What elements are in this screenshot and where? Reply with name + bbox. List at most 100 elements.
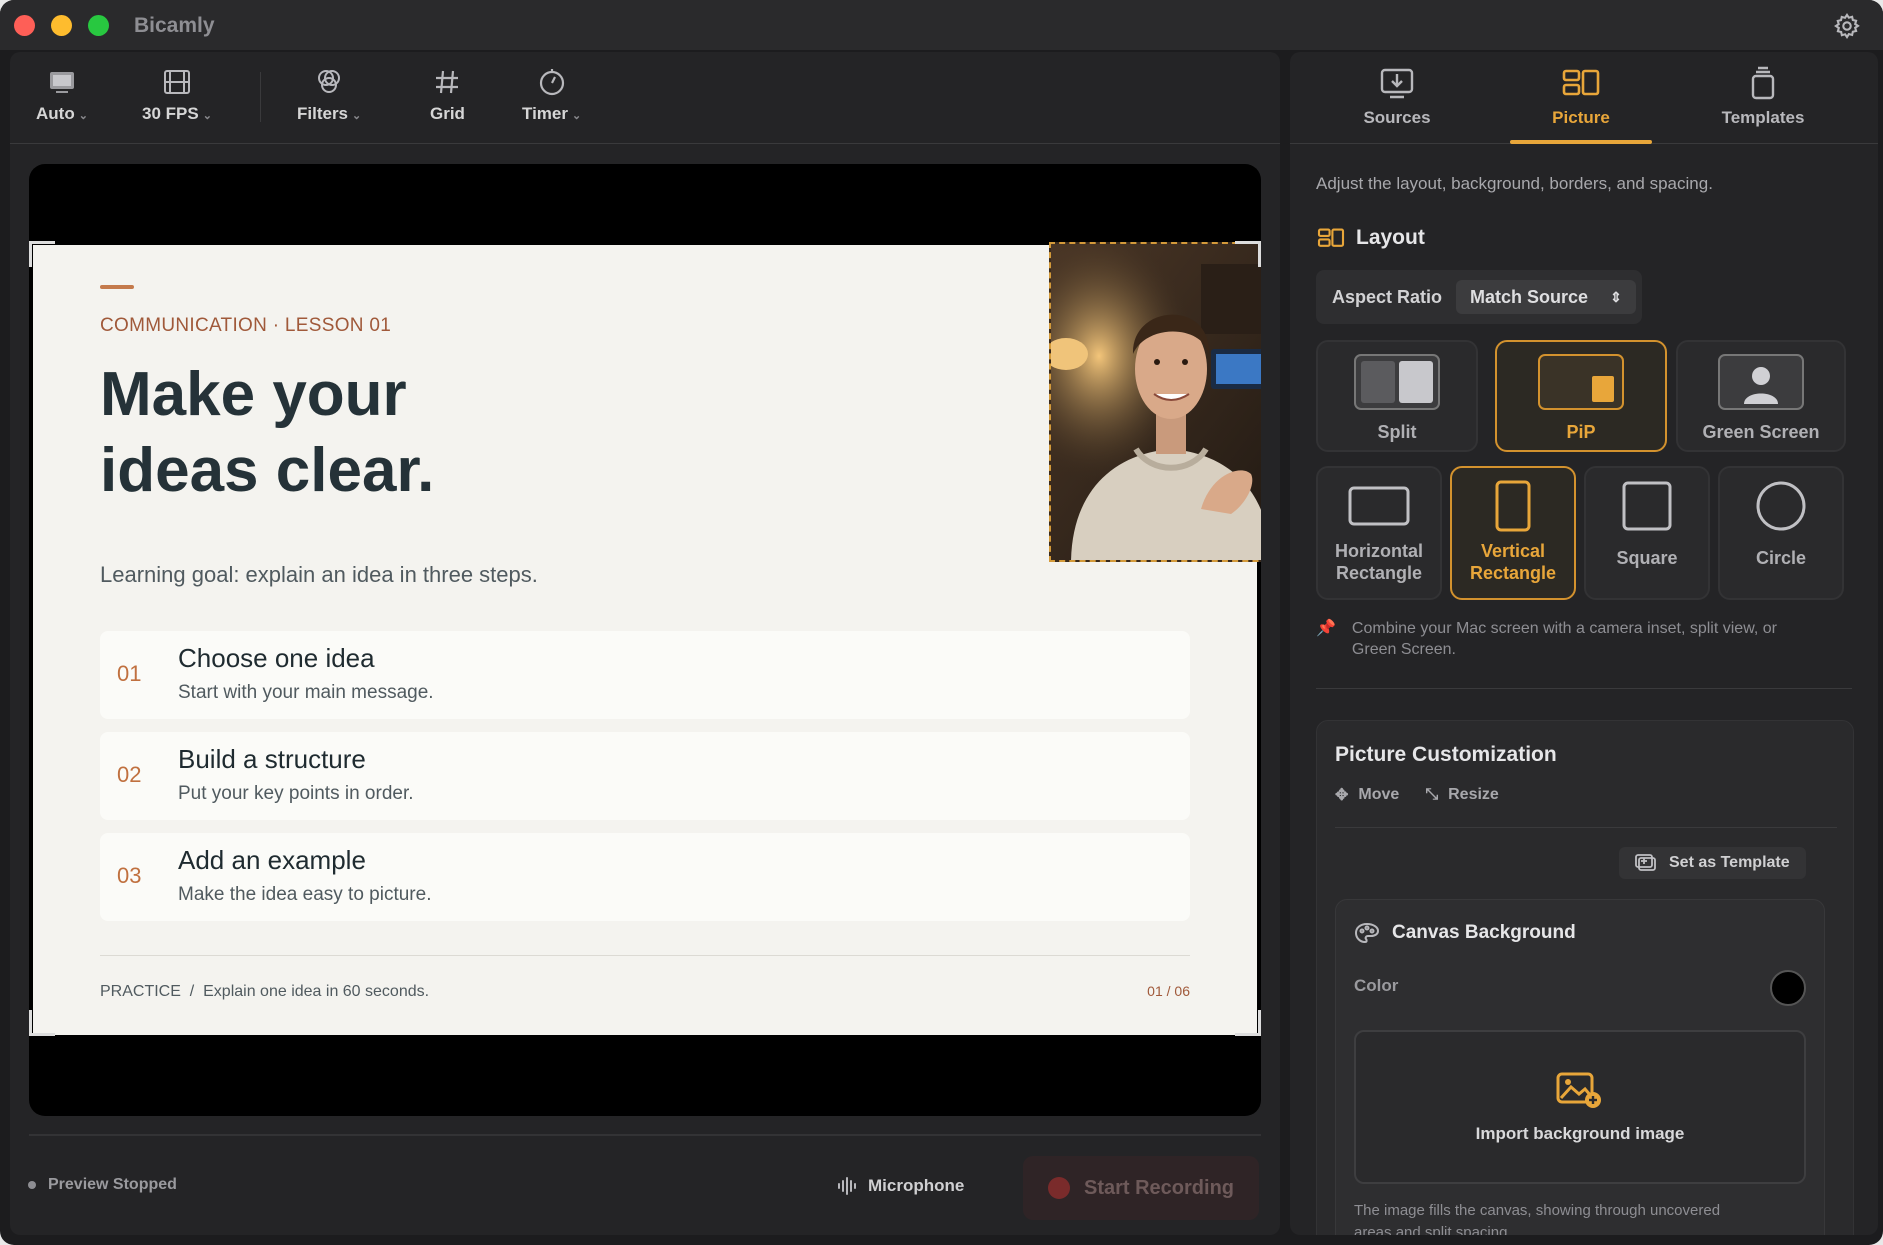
fps-dropdown[interactable]: 30 FPS ⌄ (142, 66, 212, 124)
shape-circle[interactable]: Circle (1718, 466, 1844, 600)
app-title: Bicamly (134, 14, 215, 37)
pin-icon: 📌 (1316, 620, 1336, 637)
pip-icon (1538, 354, 1624, 410)
import-note: The image fills the canvas, showing thro… (1354, 1202, 1721, 1235)
templates-icon (1751, 66, 1775, 100)
aspect-ratio-label: Aspect Ratio (1332, 286, 1443, 307)
layout-icon (1317, 228, 1345, 247)
updown-chevron-icon: ⇕ (1610, 288, 1622, 305)
canvas-background-header: Canvas Background (1354, 922, 1576, 944)
canvas-background-card: Canvas Background Color Import backgroun… (1335, 899, 1825, 1235)
minimize-window-button[interactable] (51, 15, 72, 36)
toolbar-divider (260, 72, 261, 122)
inspector-tabs: Sources Picture Templates (1290, 52, 1878, 144)
slide-headline: Make your ideas clear. (100, 360, 435, 505)
inspector-description: Adjust the layout, background, borders, … (1316, 174, 1713, 193)
active-tab-indicator (1510, 140, 1652, 144)
accent-dash (100, 285, 134, 289)
step-number: 02 (117, 762, 142, 787)
film-icon (163, 70, 190, 94)
gear-icon[interactable] (1833, 12, 1861, 40)
record-dot-icon (1047, 1177, 1070, 1199)
move-icon: ✥ (1335, 787, 1349, 804)
shape-horizontal-rectangle[interactable]: Horizontal Rectangle (1316, 466, 1442, 600)
chevron-down-icon: ⌄ (572, 110, 582, 122)
display-icon (49, 72, 74, 93)
person-icon (1718, 354, 1804, 410)
chevron-down-icon: ⌄ (202, 110, 212, 122)
tab-templates[interactable]: Templates (1693, 66, 1833, 128)
resize-handle[interactable] (29, 241, 55, 267)
slide-eyebrow: COMMUNICATION · LESSON 01 (100, 315, 392, 336)
camera-person-image (1051, 244, 1261, 560)
palette-icon (1354, 922, 1380, 944)
resize-icon: ⤡ (1425, 786, 1439, 803)
slide-goal: Learning goal: explain an idea in three … (100, 562, 538, 587)
add-image-icon (1556, 1072, 1601, 1108)
step-card: 01 Choose one idea Start with your main … (100, 631, 1190, 719)
sources-icon (1380, 68, 1414, 99)
shape-vertical-rectangle[interactable]: Vertical Rectangle (1450, 466, 1576, 600)
filters-icon (318, 70, 341, 93)
layout-header: Layout (1316, 226, 1425, 250)
step-number: 01 (117, 661, 142, 686)
aspect-ratio-control: Aspect Ratio Match Source ⇕ (1316, 270, 1642, 324)
step-card: 02 Build a structure Put your key points… (100, 732, 1190, 820)
chevron-down-icon: ⌄ (352, 110, 362, 122)
picture-customization-section: Picture Customization ✥ Move ⤡ Resize Set … (1316, 720, 1854, 1235)
step-card: 03 Add an example Make the idea easy to … (100, 833, 1190, 921)
resize-handle[interactable] (1235, 1010, 1261, 1036)
horizontal-rectangle-icon (1348, 486, 1410, 526)
zoom-window-button[interactable] (88, 15, 109, 36)
microphone-button[interactable]: Microphone (836, 1175, 964, 1197)
step-title: Build a structure (178, 744, 366, 774)
color-label: Color (1354, 976, 1399, 995)
import-background-image-button[interactable]: Import background image (1354, 1030, 1806, 1184)
circle-icon (1756, 481, 1806, 531)
display-dropdown[interactable]: Auto ⌄ (36, 66, 88, 124)
section-divider (1316, 688, 1852, 689)
picture-icon (1562, 69, 1600, 96)
step-description: Put your key points in order. (178, 783, 414, 804)
waveform-icon (838, 1177, 856, 1195)
resize-handle[interactable] (1235, 241, 1261, 267)
layout-mode-green-screen[interactable]: Green Screen (1676, 340, 1846, 452)
resize-handle[interactable] (29, 1010, 55, 1036)
close-window-button[interactable] (14, 15, 35, 36)
preview-toolbar: Auto ⌄ 30 FPS ⌄ Filters ⌄ Grid Timer ⌄ (10, 52, 1280, 144)
preview-status: Preview Stopped (28, 1176, 177, 1194)
step-number: 03 (117, 863, 142, 888)
app-window: Bicamly Auto ⌄ 30 FPS ⌄ Filters ⌄ Grid T… (0, 0, 1883, 1245)
grid-icon (436, 70, 459, 94)
grid-toggle[interactable]: Grid (430, 66, 465, 124)
tab-sources[interactable]: Sources (1327, 66, 1467, 128)
preview-panel: Auto ⌄ 30 FPS ⌄ Filters ⌄ Grid Timer ⌄ C… (10, 52, 1280, 1235)
layout-mode-split[interactable]: Split (1316, 340, 1478, 452)
layout-mode-pip[interactable]: PiP (1495, 340, 1667, 452)
color-swatch[interactable] (1770, 970, 1806, 1006)
slide-footer: PRACTICE / Explain one idea in 60 second… (100, 983, 430, 1000)
split-icon (1354, 354, 1440, 410)
template-stack-icon (1635, 854, 1656, 871)
inspector-panel: Sources Picture Templates Adjust the lay… (1290, 52, 1878, 1235)
tab-picture[interactable]: Picture (1511, 66, 1651, 128)
customization-title: Picture Customization (1335, 743, 1557, 766)
start-recording-button[interactable]: Start Recording (1023, 1156, 1259, 1220)
set-as-template-button[interactable]: Set as Template (1619, 847, 1806, 879)
filters-dropdown[interactable]: Filters ⌄ (297, 66, 361, 124)
preview-canvas[interactable]: COMMUNICATION · LESSON 01 Make your idea… (29, 164, 1261, 1116)
timer-dropdown[interactable]: Timer ⌄ (522, 66, 581, 124)
layout-hint: 📌 Combine your Mac screen with a camera … (1316, 620, 1777, 658)
move-button[interactable]: ✥ Move (1335, 785, 1399, 805)
step-title: Choose one idea (178, 643, 375, 673)
camera-inset[interactable] (1049, 242, 1261, 562)
timer-icon (539, 69, 564, 96)
shape-square[interactable]: Square (1584, 466, 1710, 600)
title-bar: Bicamly (0, 0, 1883, 50)
slide-page-number: 01 / 06 (1147, 983, 1190, 999)
vertical-rectangle-icon (1495, 480, 1531, 532)
aspect-ratio-select[interactable]: Match Source ⇕ (1456, 280, 1636, 314)
step-description: Make the idea easy to picture. (178, 884, 432, 905)
resize-button[interactable]: ⤡ Resize (1425, 785, 1499, 805)
step-title: Add an example (178, 845, 366, 875)
